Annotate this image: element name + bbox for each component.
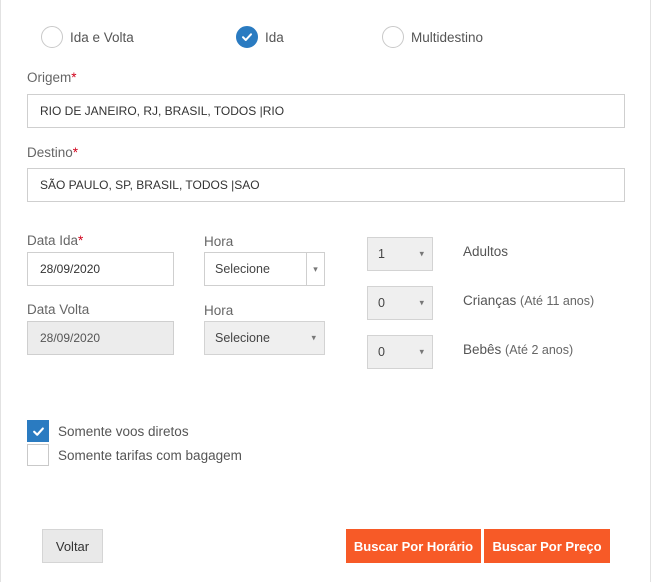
destination-label: Destino* bbox=[27, 145, 79, 160]
radio-circle bbox=[382, 26, 404, 48]
baggage-fares-checkbox[interactable]: Somente tarifas com bagagem bbox=[27, 444, 242, 466]
select-value: 0 bbox=[378, 296, 385, 310]
departure-hour-label: Hora bbox=[204, 234, 234, 249]
checkbox-box bbox=[27, 444, 49, 466]
adults-select[interactable]: 1 ▾ bbox=[367, 237, 433, 271]
chevron-down-icon: ▾ bbox=[419, 297, 424, 308]
select-value: 0 bbox=[378, 345, 385, 359]
radio-label: Multidestino bbox=[411, 29, 484, 45]
chevron-down-icon: ▾ bbox=[306, 253, 324, 285]
radio-one-way[interactable]: Ida bbox=[236, 26, 284, 48]
adults-label: Adultos bbox=[463, 244, 509, 259]
chevron-down-icon: ▾ bbox=[419, 346, 424, 357]
departure-hour-select[interactable]: Selecione ▾ bbox=[204, 252, 325, 286]
return-date-input: 28/09/2020 bbox=[27, 321, 174, 355]
check-icon bbox=[32, 426, 44, 436]
radio-circle-checked bbox=[236, 26, 258, 48]
checkbox-label: Somente voos diretos bbox=[58, 423, 189, 439]
search-form: Ida e Volta Ida Multidestino Origem* RIO… bbox=[0, 0, 651, 582]
radio-round-trip[interactable]: Ida e Volta bbox=[41, 26, 134, 48]
children-age-note: (Até 11 anos) bbox=[520, 294, 595, 308]
departure-date-label: Data Ida* bbox=[27, 233, 84, 248]
departure-date-input[interactable]: 28/09/2020 bbox=[27, 252, 174, 286]
radio-label: Ida e Volta bbox=[70, 29, 134, 45]
infants-age-note: (Até 2 anos) bbox=[505, 343, 574, 357]
radio-label: Ida bbox=[265, 29, 284, 45]
return-date-label: Data Volta bbox=[27, 302, 90, 317]
checkbox-box-checked bbox=[27, 420, 49, 442]
return-hour-select: Selecione ▾ bbox=[204, 321, 325, 355]
required-mark: * bbox=[72, 145, 79, 160]
chevron-down-icon: ▾ bbox=[311, 332, 316, 343]
infants-select[interactable]: 0 ▾ bbox=[367, 335, 433, 369]
children-label: Crianças (Até 11 anos) bbox=[463, 293, 595, 308]
direct-flights-checkbox[interactable]: Somente voos diretos bbox=[27, 420, 189, 442]
origin-label: Origem* bbox=[27, 70, 77, 85]
children-select[interactable]: 0 ▾ bbox=[367, 286, 433, 320]
search-by-time-button[interactable]: Buscar Por Horário bbox=[346, 529, 481, 563]
radio-multi-destination[interactable]: Multidestino bbox=[382, 26, 483, 48]
infants-label: Bebês (Até 2 anos) bbox=[463, 342, 574, 357]
chevron-down-icon: ▾ bbox=[419, 248, 424, 259]
select-value: 1 bbox=[378, 247, 385, 261]
checkbox-label: Somente tarifas com bagagem bbox=[58, 447, 242, 463]
select-value: Selecione bbox=[215, 331, 270, 345]
destination-input[interactable]: SÃO PAULO, SP, BRASIL, TODOS |SAO bbox=[27, 168, 625, 202]
return-hour-label: Hora bbox=[204, 303, 234, 318]
radio-circle bbox=[41, 26, 63, 48]
search-by-price-button[interactable]: Buscar Por Preço bbox=[484, 529, 610, 563]
required-mark: * bbox=[78, 233, 84, 248]
required-mark: * bbox=[71, 70, 77, 85]
select-value: Selecione bbox=[215, 262, 270, 276]
check-icon bbox=[242, 33, 252, 41]
origin-input[interactable]: RIO DE JANEIRO, RJ, BRASIL, TODOS |RIO bbox=[27, 94, 625, 128]
back-button[interactable]: Voltar bbox=[42, 529, 103, 563]
